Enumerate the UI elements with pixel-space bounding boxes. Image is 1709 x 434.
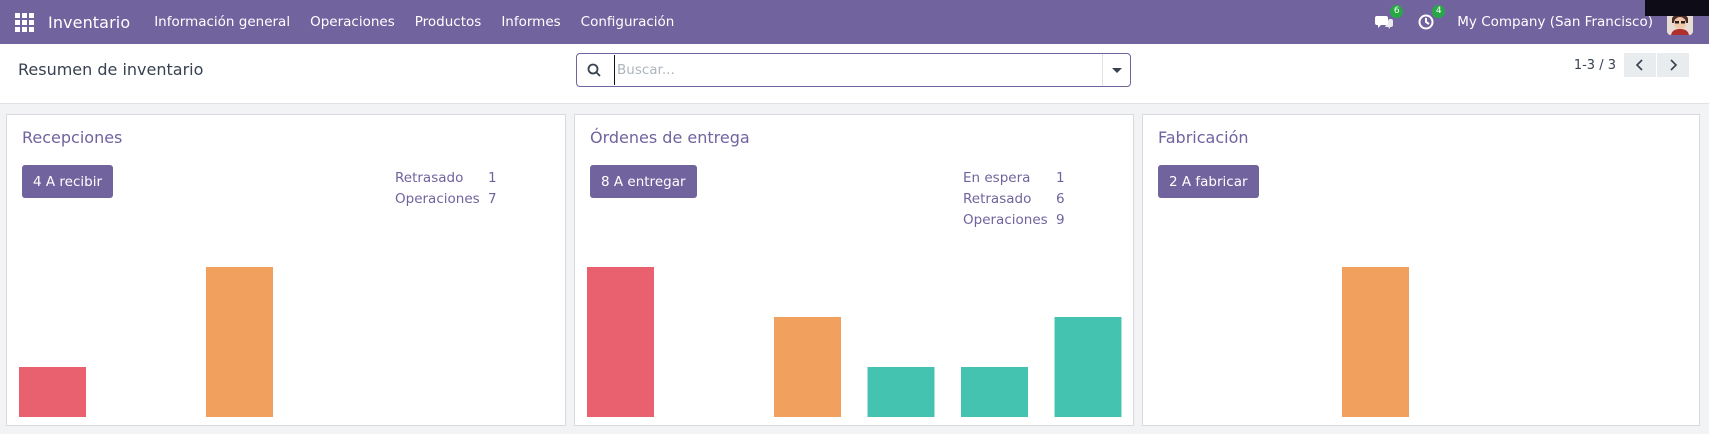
messages-count-badge: 6 (1390, 5, 1404, 18)
menu-item-general[interactable]: Información general (144, 14, 300, 30)
menu-item-reports[interactable]: Informes (491, 14, 570, 30)
pager-next-button[interactable] (1657, 53, 1689, 77)
menu-item-products[interactable]: Productos (405, 14, 492, 30)
receipts-graph[interactable] (19, 257, 555, 417)
deliveries-graph[interactable] (587, 257, 1123, 417)
top-navbar: Inventario Información general Operacion… (0, 0, 1709, 44)
messages-button[interactable]: 6 (1373, 5, 1404, 33)
control-panel: Resumen de inventario 1-3 / 3 (0, 44, 1709, 104)
card-deliveries[interactable]: Órdenes de entrega 8 A entregar En esper… (574, 114, 1134, 426)
to-deliver-button[interactable]: 8 A entregar (590, 165, 697, 198)
graph-bar[interactable] (774, 317, 841, 417)
window-edge (1645, 0, 1709, 16)
graph-bar[interactable] (1342, 267, 1409, 417)
chevron-right-icon (1670, 59, 1678, 71)
to-manufacture-button[interactable]: 2 A fabricar (1158, 165, 1259, 198)
activities-button[interactable]: 4 (1415, 5, 1446, 33)
card-title[interactable]: Fabricación (1158, 128, 1249, 147)
to-receive-button[interactable]: 4 A recibir (22, 165, 114, 198)
stat-operations[interactable]: Operaciones 9 (963, 209, 1076, 230)
search-options-toggle[interactable] (1102, 54, 1130, 86)
pager-previous-button[interactable] (1624, 53, 1656, 77)
graph-bar[interactable] (1054, 317, 1122, 417)
graph-bar[interactable] (19, 367, 86, 417)
company-switcher[interactable]: My Company (San Francisco) (1457, 14, 1653, 30)
search-input[interactable] (614, 55, 1102, 85)
clock-icon (1418, 14, 1434, 30)
stat-waiting[interactable]: En espera 1 (963, 167, 1076, 188)
graph-bar[interactable] (867, 367, 935, 417)
stat-operations[interactable]: Operaciones 7 (395, 188, 508, 209)
graph-bar[interactable] (961, 367, 1028, 417)
menu-item-configuration[interactable]: Configuración (571, 14, 685, 30)
pager: 1-3 / 3 (1574, 53, 1689, 77)
card-title[interactable]: Órdenes de entrega (590, 128, 750, 147)
activities-count-badge: 4 (1432, 5, 1446, 18)
chevron-left-icon (1635, 59, 1643, 71)
stat-late[interactable]: Retrasado 6 (963, 188, 1076, 209)
search-icon (577, 54, 611, 86)
chat-icon (1375, 16, 1394, 29)
card-receipts[interactable]: Recepciones 4 A recibir Retrasado 1 Oper… (6, 114, 566, 426)
page-title: Resumen de inventario (18, 60, 204, 79)
stat-late[interactable]: Retrasado 1 (395, 167, 508, 188)
search-bar[interactable] (576, 53, 1131, 87)
card-manufacturing[interactable]: Fabricación 2 A fabricar (1142, 114, 1700, 426)
graph-bar[interactable] (206, 267, 273, 417)
pager-value[interactable]: 1-3 / 3 (1574, 58, 1616, 73)
kanban-view: Recepciones 4 A recibir Retrasado 1 Oper… (6, 114, 1700, 426)
manufacturing-graph[interactable] (1155, 257, 1691, 417)
apps-grid-icon (14, 12, 34, 32)
card-title[interactable]: Recepciones (22, 128, 122, 147)
card-stats: En espera 1 Retrasado 6 Operaciones 9 (963, 167, 1076, 230)
menu-item-operations[interactable]: Operaciones (300, 14, 405, 30)
card-stats: Retrasado 1 Operaciones 7 (395, 167, 508, 209)
graph-bar[interactable] (587, 267, 654, 417)
caret-down-icon (1111, 67, 1122, 73)
apps-menu-button[interactable] (0, 0, 48, 44)
app-brand[interactable]: Inventario (48, 13, 130, 32)
